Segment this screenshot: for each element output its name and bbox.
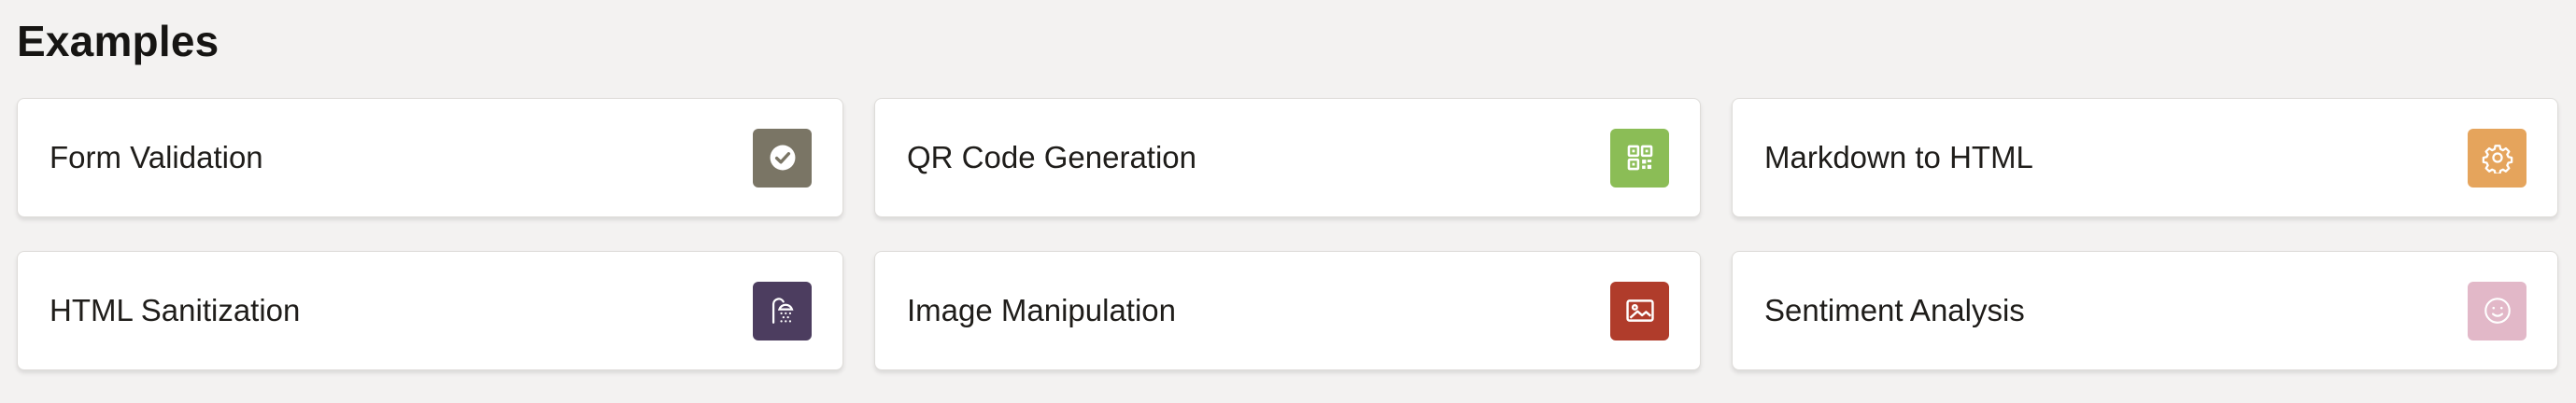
card-label: Sentiment Analysis: [1764, 293, 2025, 327]
card-label: Form Validation: [50, 140, 263, 174]
card-image-manipulation[interactable]: Image Manipulation: [874, 251, 1701, 370]
image-icon: [1610, 281, 1669, 340]
card-sentiment-analysis[interactable]: Sentiment Analysis: [1732, 251, 2558, 370]
smiley-icon: [2468, 281, 2526, 340]
card-label: Markdown to HTML: [1764, 140, 2033, 174]
card-markdown-to-html[interactable]: Markdown to HTML: [1732, 98, 2558, 217]
card-label: Image Manipulation: [907, 293, 1177, 327]
page-title: Examples: [17, 17, 219, 65]
gear-icon: [2468, 128, 2526, 188]
card-qr-code-generation[interactable]: QR Code Generation: [874, 98, 1701, 217]
card-label: QR Code Generation: [907, 140, 1197, 174]
check-circle-icon: [753, 128, 812, 188]
examples-card-grid: Form Validation QR Code Generation Markd…: [17, 98, 2558, 370]
shower-icon: [753, 281, 812, 340]
qr-code-icon: [1610, 128, 1669, 188]
card-form-validation[interactable]: Form Validation: [17, 98, 843, 217]
card-label: HTML Sanitization: [50, 293, 301, 327]
card-html-sanitization[interactable]: HTML Sanitization: [17, 251, 843, 370]
